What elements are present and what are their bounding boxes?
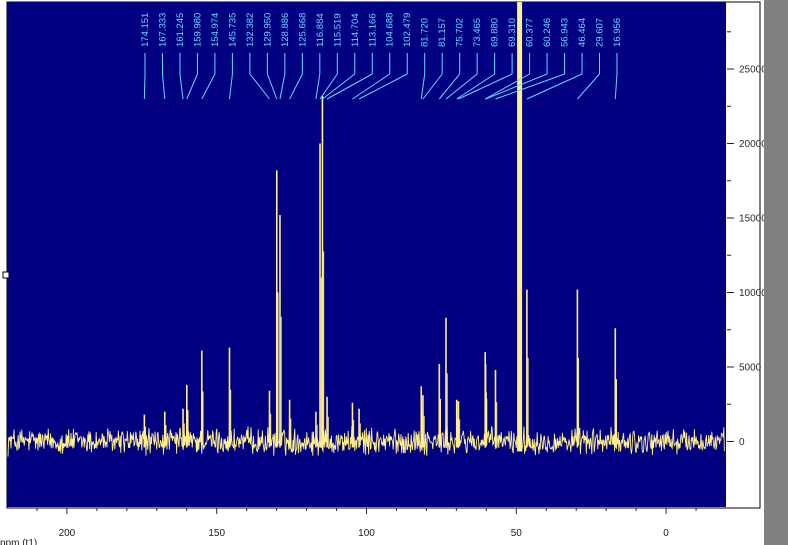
y-tick-label: 20000 (739, 139, 764, 150)
peak-label: 81.720 (420, 18, 431, 47)
peak-label: 73.465 (472, 18, 483, 47)
solvent-peak[interactable] (517, 2, 523, 452)
y-tick-label: 0 (739, 437, 745, 448)
peak-label: 159.980 (192, 13, 203, 47)
peak-label: 174.151 (140, 13, 151, 47)
x-tick-label: 150 (208, 528, 225, 539)
peak-label: 104.688 (385, 13, 396, 47)
nmr-spectrum-chart[interactable]: 25000 20000 15000 10000 5000 0 200 150 100 50 0 ppm… (0, 0, 764, 545)
y-tick-label: 25000 (739, 65, 764, 76)
spectrum-window: 25000 20000 15000 10000 5000 0 200 150 100 50 0 ppm… (0, 0, 764, 545)
peak-label: 81.157 (437, 18, 448, 47)
peak-label: 132.382 (245, 13, 256, 47)
peak-label: 75.702 (455, 18, 466, 47)
peak-label: 60.246 (542, 18, 553, 47)
resize-handle-left[interactable] (2, 271, 10, 279)
peak-label: 60.377 (525, 18, 536, 47)
peak-label: 56.943 (560, 18, 571, 47)
x-tick-label: 50 (511, 528, 523, 539)
peak-label: 167.333 (157, 13, 168, 47)
peak-label: 161.245 (175, 13, 186, 47)
x-axis: 200 150 100 50 0 ppm (t1) (0, 508, 697, 545)
peak-label: 69.310 (507, 18, 518, 47)
peak-label: 129.950 (262, 13, 273, 47)
peak-label: 125.668 (297, 13, 308, 47)
y-tick-label: 15000 (739, 214, 764, 225)
peak-label: 128.886 (280, 13, 291, 47)
x-tick-label: 100 (358, 528, 375, 539)
peak-label: 29.607 (595, 18, 606, 47)
peak-label: 46.464 (577, 18, 588, 47)
x-axis-label: ppm (t1) (0, 538, 37, 545)
peak-label: 113.166 (367, 13, 378, 47)
peak-label: 145.735 (227, 13, 238, 47)
peak-label: 116.884 (315, 13, 326, 47)
y-tick-label: 5000 (739, 362, 762, 373)
peak-label: 69.880 (490, 18, 501, 47)
x-tick-label: 0 (663, 528, 669, 539)
peak-label: 16.956 (612, 18, 623, 47)
peak-label: 102.479 (402, 13, 413, 47)
peak-leader (143, 73, 146, 100)
peak-label: 114.704 (350, 13, 361, 47)
x-tick-label: 200 (59, 528, 76, 539)
y-tick-label: 10000 (739, 288, 764, 299)
peak-label: 154.974 (210, 13, 221, 47)
peak-label: 115.519 (332, 13, 343, 47)
